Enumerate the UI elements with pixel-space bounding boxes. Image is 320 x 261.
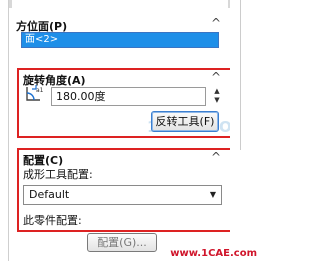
top-strip: [9, 0, 231, 8]
tool-config-value: Default: [29, 188, 70, 201]
watermark-text: www.1CAE.com: [170, 248, 257, 259]
spin-arrows-icon[interactable]: ▲ ▼: [212, 87, 222, 106]
chevron-up-icon[interactable]: ^: [211, 150, 221, 164]
chevron-up-icon[interactable]: ^: [211, 16, 221, 30]
orientation-section: 方位面(P) ^ 面<2>: [9, 8, 231, 58]
chevron-down-icon: ▼: [209, 190, 216, 199]
orientation-face-selection[interactable]: 面<2>: [21, 32, 219, 48]
svg-text:a1: a1: [36, 87, 44, 94]
right-rail: [230, 0, 261, 261]
rotate-angle-icon: a1: [23, 84, 45, 104]
tool-config-select[interactable]: Default ▼: [23, 185, 222, 205]
tool-config-label: 成形工具配置:: [23, 168, 93, 181]
part-config-label: 此零件配置:: [23, 214, 82, 227]
rotation-angle-input[interactable]: 180.00度: [51, 87, 206, 106]
configure-button[interactable]: 配置(G)...: [87, 233, 157, 252]
chevron-up-icon[interactable]: ^: [211, 70, 221, 84]
property-panel: 方位面(P) ^ 面<2> 旋转角度(A) ^ a1 180.00度 ▲▼ 1C…: [8, 0, 249, 261]
reverse-tool-button[interactable]: 反转工具(F): [151, 111, 219, 132]
